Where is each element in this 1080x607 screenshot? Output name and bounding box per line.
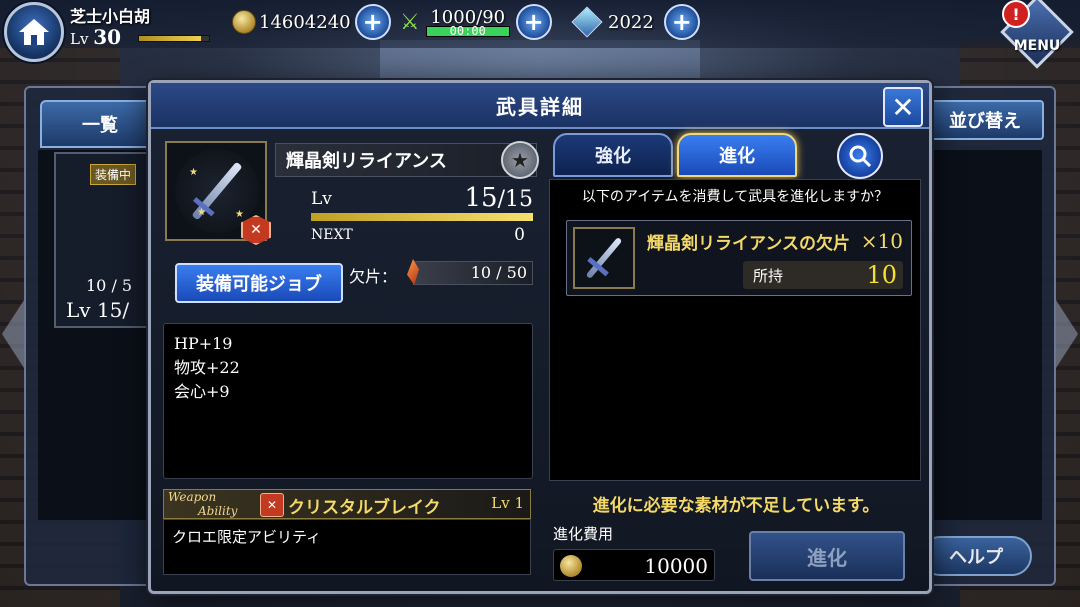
add-stamina-button[interactable]: + <box>515 4 552 40</box>
plus-icon: + <box>671 8 692 36</box>
next-value: 0 <box>514 225 525 245</box>
material-sword-icon <box>573 227 635 289</box>
sort-button[interactable]: 並び替え <box>926 100 1044 140</box>
equipped-badge: 装備中 <box>90 164 137 185</box>
player-name: 芝士小白胡 <box>70 7 151 26</box>
shard-value: 10 / 50 <box>470 263 527 282</box>
level-label: Lv <box>311 189 332 209</box>
next-label: NEXT <box>311 227 353 243</box>
owned-value: 10 <box>866 261 897 289</box>
ability-level: Lv 1 <box>491 494 524 512</box>
ability-name: クリスタルブレイク <box>288 498 441 518</box>
stat-attack: 物攻+22 <box>174 358 240 377</box>
evolve-materials-box: 以下のアイテムを消費して武具を進化しますか？ 輝晶剣リライアンスの欠片 ×10 … <box>549 179 921 481</box>
gil-coin-icon <box>560 555 582 577</box>
stamina-counter: ⚔ 1000/90 00:00 + <box>400 4 552 40</box>
search-button[interactable] <box>837 133 883 179</box>
cost-value: 10000 <box>644 554 708 578</box>
weapon-ability-bar: Weapon Ability ✕ クリスタルブレイク Lv 1 <box>163 489 531 519</box>
stamina-bar: 00:00 <box>425 24 510 38</box>
ability-description: クロエ限定アビリティ <box>163 519 531 575</box>
tab-evolve[interactable]: 進化 <box>677 133 797 177</box>
material-row[interactable]: 輝晶剣リライアンスの欠片 ×10 所持 10 <box>566 220 912 296</box>
card-shard-count: 10 / 5 <box>86 276 133 295</box>
cost-bar: 10000 <box>553 549 715 581</box>
notification-alert-icon[interactable]: ! <box>1002 0 1030 28</box>
crystal-gem-icon <box>571 6 603 38</box>
help-label: ヘルプ <box>949 547 1003 568</box>
plus-icon: + <box>362 8 383 36</box>
close-button[interactable]: ✕ <box>883 87 923 127</box>
help-button[interactable]: ヘルプ <box>920 536 1032 576</box>
stat-crit: 会心+9 <box>174 382 230 401</box>
add-gems-button[interactable]: + <box>663 4 700 40</box>
home-button[interactable] <box>4 2 64 62</box>
cost-label: 進化費用 <box>553 525 614 543</box>
insufficient-materials-warning: 進化に必要な素材が不足しています。 <box>592 496 880 516</box>
material-quantity: ×10 <box>860 229 903 253</box>
weapon-name: 輝晶剣リライアンス <box>275 143 537 177</box>
ability-icon: ✕ <box>260 493 284 517</box>
xp-bar <box>138 35 210 42</box>
weapon-ability-tag: Weapon Ability <box>168 490 238 518</box>
next-arrow-icon[interactable] <box>1056 300 1078 368</box>
plus-icon: + <box>523 8 544 36</box>
gil-counter: 14604240 + <box>232 4 391 40</box>
gem-counter: 2022 + <box>571 4 700 40</box>
level-bar <box>311 213 533 221</box>
favorite-star-button[interactable]: ★ <box>501 141 539 179</box>
home-icon <box>19 19 49 45</box>
stats-box: HP+19 物攻+22 会心+9 <box>163 323 533 479</box>
add-gil-button[interactable]: + <box>354 4 391 40</box>
crossed-swords-icon: ⚔ <box>400 9 420 35</box>
equippable-jobs-button[interactable]: 装備可能ジョブ <box>175 263 343 303</box>
player-level: Lv 30 <box>70 25 122 49</box>
search-icon <box>849 145 872 168</box>
close-icon: ✕ <box>891 90 915 124</box>
level-value: 15/15 <box>464 183 534 213</box>
material-name: 輝晶剣リライアンスの欠片 <box>647 234 850 254</box>
tab-enhance[interactable]: 強化 <box>553 133 673 177</box>
card-level: Lv 15/ <box>66 298 130 322</box>
evolve-prompt: 以下のアイテムを消費して武具を進化しますか？ <box>581 189 889 205</box>
owned-label: 所持 <box>753 267 784 285</box>
shard-label: 欠片： <box>349 267 398 286</box>
gil-coin-icon <box>232 10 256 34</box>
stat-hp: HP+19 <box>174 334 233 353</box>
tab-list[interactable]: 一覧 <box>40 100 160 148</box>
owned-bar: 所持 10 <box>743 261 903 289</box>
prev-arrow-icon[interactable] <box>2 300 24 368</box>
weapon-detail-modal: 武具詳細 ✕ ★ ★ ★ ★★ ✕ 輝晶剣リライアンス ★ Lv 15/15 N… <box>148 80 932 594</box>
modal-title: 武具詳細 <box>151 83 929 129</box>
star-icon: ★ <box>511 148 529 172</box>
top-bar: 芝士小白胡 Lv 30 14604240 + ⚔ 1000/90 00:00 +… <box>0 0 1080 69</box>
evolve-button[interactable]: 進化 <box>749 531 905 581</box>
